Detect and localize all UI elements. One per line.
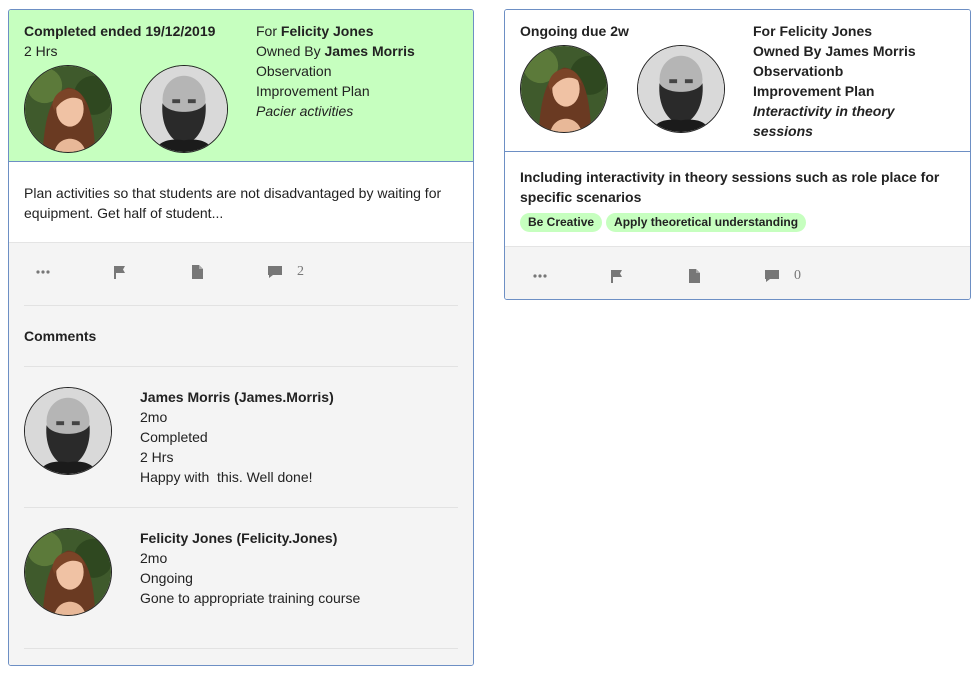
more-button[interactable] bbox=[36, 263, 50, 281]
card-footer: 0 bbox=[505, 246, 970, 299]
comment-duration: 2 Hrs bbox=[140, 449, 174, 465]
comment-avatar-james[interactable] bbox=[24, 387, 112, 475]
type-label: Observation bbox=[256, 63, 332, 79]
document-icon bbox=[689, 269, 700, 283]
avatar-image bbox=[25, 529, 111, 615]
comment-count: 2 bbox=[297, 264, 304, 279]
type-label: Observationb bbox=[753, 63, 844, 79]
tag-chip[interactable]: Apply theoretical understanding bbox=[606, 213, 807, 232]
comment-age: 2mo bbox=[140, 550, 168, 566]
for-line: For Felicity Jones bbox=[256, 23, 374, 39]
action-title: Interactivity in theory sessions bbox=[753, 103, 895, 139]
comments-button[interactable]: 2 bbox=[267, 263, 304, 281]
document-icon bbox=[192, 265, 203, 279]
card-header: Completed ended 19/12/2019 2 Hrs For Fel… bbox=[9, 10, 473, 162]
action-bar: 0 bbox=[505, 247, 970, 299]
document-button[interactable] bbox=[689, 267, 700, 285]
comment-avatar-felicity[interactable] bbox=[24, 528, 112, 616]
tag-list: Be Creative Apply theoretical understand… bbox=[520, 213, 807, 232]
more-button[interactable] bbox=[533, 267, 547, 285]
card-meta: For Felicity Jones Owned By James Morris… bbox=[256, 21, 415, 121]
tag-chip[interactable]: Be Creative bbox=[520, 213, 603, 232]
avatar-felicity[interactable] bbox=[24, 65, 112, 153]
comment-text: Happy with this. Well done! bbox=[140, 469, 313, 485]
flag-icon bbox=[611, 270, 622, 283]
comment-text: Gone to appropriate training course bbox=[140, 590, 361, 606]
action-description: Including interactivity in theory sessio… bbox=[520, 169, 940, 205]
avatar-felicity[interactable] bbox=[520, 45, 608, 133]
avatar-james[interactable] bbox=[637, 45, 725, 133]
comment-body: Felicity Jones (Felicity.Jones) 2mo Ongo… bbox=[140, 528, 360, 608]
owned-line: Owned By James Morris bbox=[256, 43, 415, 59]
flag-button[interactable] bbox=[610, 267, 624, 285]
action-card-ongoing[interactable]: Ongoing due 2w For Felicity Jones Owned … bbox=[504, 9, 971, 300]
comment-bubble-icon bbox=[765, 270, 779, 282]
card-meta: For Felicity Jones Owned By James Morris… bbox=[753, 21, 953, 141]
comment-author[interactable]: James Morris (James.Morris) bbox=[140, 387, 334, 407]
avatar-image bbox=[141, 66, 227, 152]
comment-item: Felicity Jones (Felicity.Jones) 2mo Ongo… bbox=[24, 507, 458, 648]
avatar-james[interactable] bbox=[140, 65, 228, 153]
comment-status: Completed bbox=[140, 429, 208, 445]
comment-body: James Morris (James.Morris) 2mo Complete… bbox=[140, 387, 334, 487]
comment-bubble-icon bbox=[268, 266, 282, 278]
comment-item: James Morris (James.Morris) 2mo Complete… bbox=[24, 366, 458, 507]
category-label: Improvement Plan bbox=[753, 83, 875, 99]
more-dots-icon bbox=[36, 270, 50, 274]
action-bar: 2 bbox=[9, 243, 473, 305]
action-card-completed[interactable]: Completed ended 19/12/2019 2 Hrs For Fel… bbox=[8, 9, 474, 666]
owned-line: Owned By James Morris bbox=[753, 43, 916, 59]
owner-name: James Morris bbox=[324, 43, 415, 59]
status-label: Ongoing due 2w bbox=[520, 23, 629, 39]
action-description: Plan activities so that students are not… bbox=[24, 185, 442, 221]
status-label: Completed ended 19/12/2019 bbox=[24, 23, 216, 39]
action-title: Pacier activities bbox=[256, 103, 354, 119]
comment-author[interactable]: Felicity Jones (Felicity.Jones) bbox=[140, 528, 360, 548]
flag-icon bbox=[114, 266, 125, 279]
comments-section: Comments James Morris (James.Morris) 2mo… bbox=[9, 305, 473, 649]
divider bbox=[24, 648, 458, 649]
comment-age: 2mo bbox=[140, 409, 168, 425]
for-line: For Felicity Jones bbox=[753, 23, 873, 39]
comments-button[interactable]: 0 bbox=[764, 267, 801, 285]
for-name: Felicity Jones bbox=[280, 23, 374, 39]
comments-heading: Comments bbox=[24, 328, 97, 344]
card-header: Ongoing due 2w For Felicity Jones Owned … bbox=[505, 10, 970, 152]
duration-label: 2 Hrs bbox=[24, 43, 58, 59]
comment-status: Ongoing bbox=[140, 570, 193, 586]
avatar-image bbox=[521, 46, 607, 132]
more-dots-icon bbox=[533, 274, 547, 278]
card-footer: 2 Comments James Morris (James.Morris) 2… bbox=[9, 242, 473, 665]
avatar-image bbox=[25, 66, 111, 152]
avatar-image bbox=[638, 46, 724, 132]
avatar-image bbox=[25, 388, 111, 474]
comment-count: 0 bbox=[794, 268, 801, 283]
flag-button[interactable] bbox=[113, 263, 127, 281]
document-button[interactable] bbox=[192, 263, 203, 281]
category-label: Improvement Plan bbox=[256, 83, 370, 99]
